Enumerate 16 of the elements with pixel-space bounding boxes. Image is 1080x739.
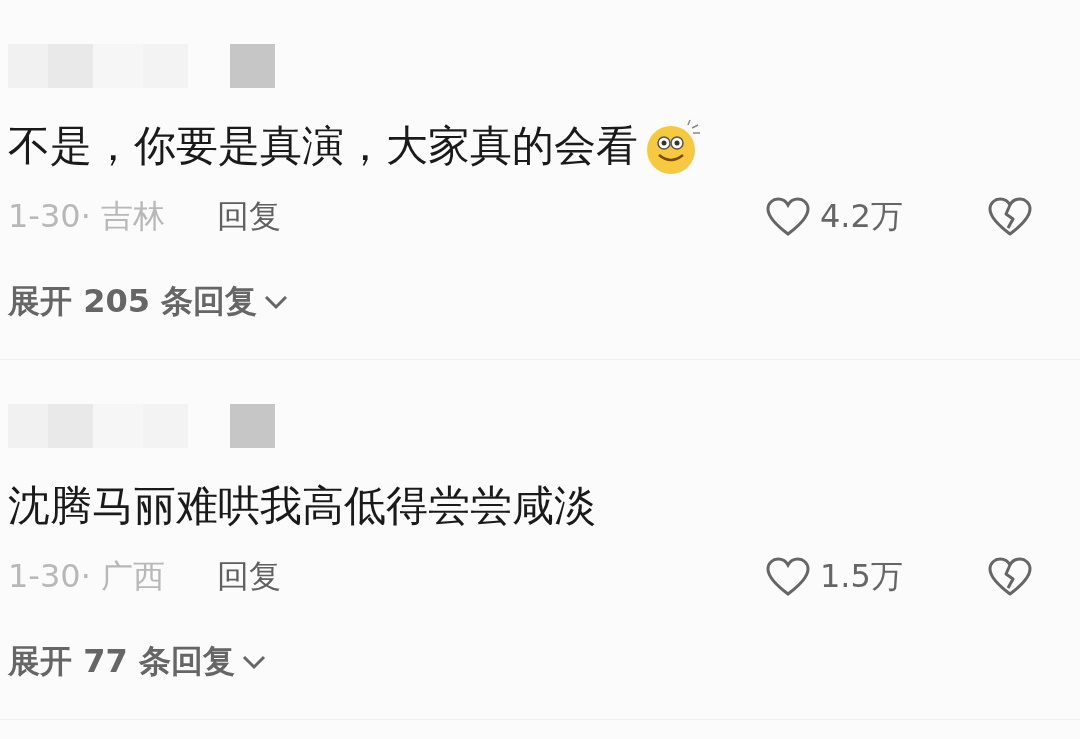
broken-heart-icon[interactable] [988,197,1032,237]
comment-date-location: 1-30· 广西 [8,556,165,597]
reply-link[interactable]: 回复 [216,195,281,239]
like-count: 1.5万 [820,556,904,597]
expand-replies-button[interactable]: 展开 205 条回复 [8,280,290,324]
chevron-down-icon [263,294,290,310]
chevron-down-icon [240,654,267,670]
expand-replies-button[interactable]: 展开 77 条回复 [8,640,267,684]
reply-link[interactable]: 回复 [216,555,281,599]
like-count: 4.2万 [820,196,904,237]
broken-heart-icon[interactable] [988,557,1032,597]
comment-text: 不是，你要是真演，大家真的会看 [8,120,638,172]
comment-text: 沈腾马丽难哄我高低得尝尝咸淡 [8,480,596,532]
heart-icon[interactable] [766,197,810,237]
comment-date-location: 1-30· 吉林 [8,196,165,237]
heart-icon[interactable] [766,557,810,597]
